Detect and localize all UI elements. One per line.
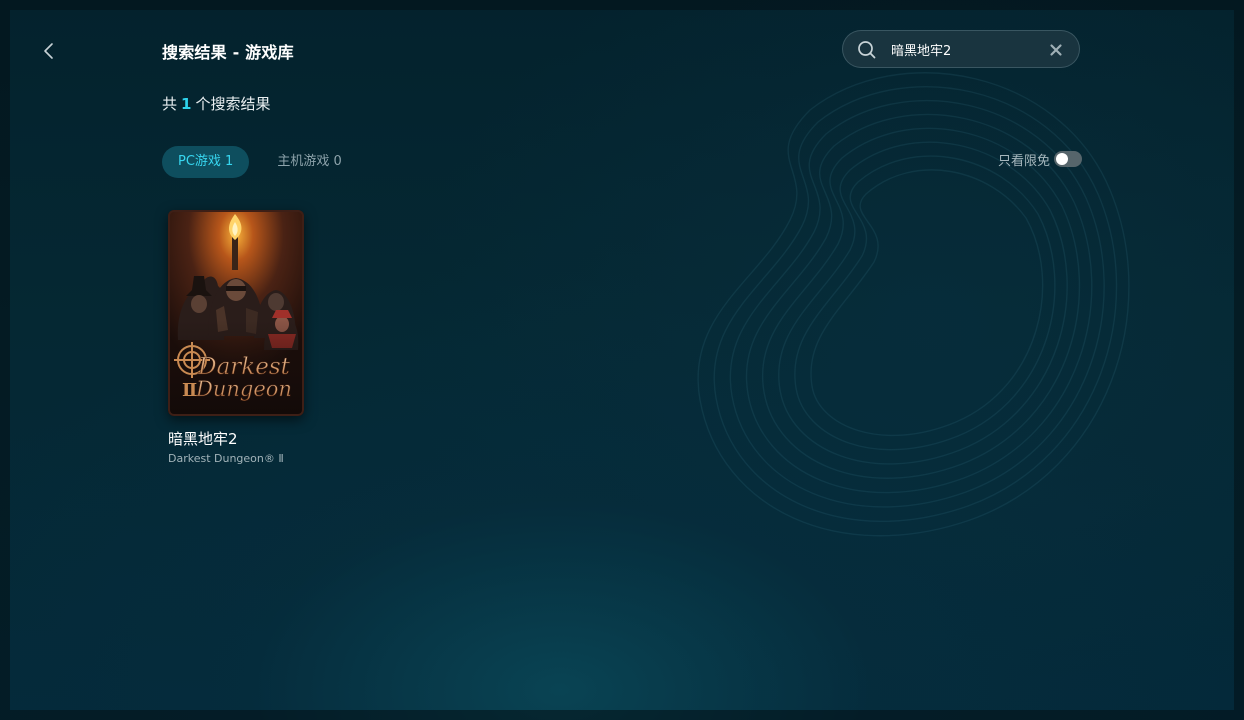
back-button[interactable] [36, 38, 62, 64]
chevron-left-icon [44, 43, 53, 59]
free-only-label: 只看限免 [997, 153, 1050, 169]
search-input[interactable] [891, 39, 1041, 59]
svg-text:Ⅱ: Ⅱ [182, 380, 197, 401]
result-count-suffix: 个搜索结果 [195, 95, 271, 113]
game-cover-image[interactable]: Darkest Dungeon Ⅱ [168, 210, 304, 416]
page-title: 搜索结果 - 游戏库 [162, 43, 294, 62]
toggle-knob [1056, 153, 1068, 165]
search-icon [858, 41, 876, 59]
close-icon[interactable] [1048, 42, 1064, 58]
free-only-filter: 只看限免 [998, 148, 1082, 170]
cover-logo-line2: Dungeon [195, 377, 292, 401]
free-only-toggle[interactable] [1054, 151, 1082, 167]
tab-console-games[interactable]: 主机游戏 0 [261, 146, 357, 178]
search-box[interactable] [842, 30, 1080, 68]
app-window: 搜索结果 - 游戏库 共1个搜索结果 PC游戏 1 主机游戏 0 只看限免 [0, 0, 1244, 720]
result-count: 共 1 个搜索结果 [162, 93, 270, 114]
result-count-prefix: 共 [162, 95, 178, 113]
tab-pc-games[interactable]: PC游戏 1 [162, 146, 250, 178]
game-subtitle: Darkest Dungeon® Ⅱ [168, 452, 284, 465]
background-decoration [697, 72, 1130, 537]
platform-tabs: PC游戏 1 主机游戏 0 [162, 146, 358, 178]
game-card[interactable]: Darkest Dungeon Ⅱ 暗黑地牢2 Darkest Dungeon®… [168, 210, 308, 466]
game-title[interactable]: 暗黑地牢2 [168, 430, 308, 448]
result-count-number: 1 [181, 95, 192, 113]
